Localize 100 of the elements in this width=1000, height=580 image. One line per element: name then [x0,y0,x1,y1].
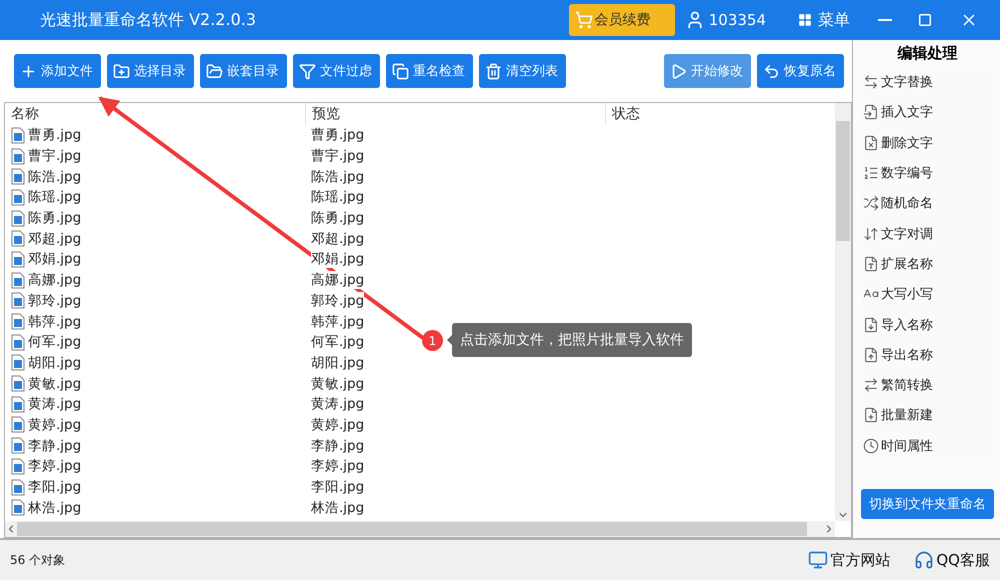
shuffle-icon [863,195,879,212]
toolbar-button[interactable]: 清空列表 [479,54,566,88]
image-file-icon [11,188,25,206]
step-badge: 1 [422,330,443,351]
image-file-icon [11,148,25,165]
column-header[interactable]: 名称 [5,103,305,125]
image-file-icon [11,230,25,248]
image-file-icon [11,354,25,372]
footer-link[interactable]: 官方网站 [808,550,890,570]
image-file-icon [11,416,25,434]
file-name-cell[interactable]: 邓超.jpg [11,230,82,248]
preview-cell: 郭玲.jpg [311,292,364,310]
image-file-icon [11,375,25,392]
monitor-icon [808,550,828,570]
file-name-cell[interactable]: 黄涛.jpg [11,395,82,414]
file-type-icon [863,256,879,272]
user-id: 103354 [708,11,766,29]
image-file-icon [11,334,25,351]
image-file-icon [11,478,25,496]
toolbar-button[interactable]: 添加文件 [14,54,101,88]
preview-cell: 陈瑶.jpg [311,188,364,206]
image-file-icon [11,210,25,227]
preview-cell: 陈勇.jpg [311,209,364,228]
image-file-icon [11,250,25,268]
toolbar-button[interactable]: 文件过虑 [293,54,380,88]
file-name-cell[interactable]: 黄敏.jpg [11,374,82,393]
file-name-cell[interactable]: 陈瑶.jpg [11,188,82,206]
folder-plus-icon [113,62,130,80]
preview-cell: 何军.jpg [311,333,364,352]
horizontal-scrollbar[interactable] [5,521,835,537]
sort-arrows-icon [863,226,879,242]
preview-cell: 李婷.jpg [311,457,364,476]
toolbar-button[interactable]: 嵌套目录 [200,54,287,88]
preview-cell: 高娜.jpg [311,271,364,290]
column-header[interactable]: 预览 [305,103,605,125]
image-file-icon [11,396,25,413]
preview-cell: 李阳.jpg [311,478,364,496]
swap-arrows-icon [863,74,879,90]
file-name-cell[interactable]: 李婷.jpg [11,457,82,476]
file-name-cell[interactable]: 陈勇.jpg [11,209,82,228]
grid-icon [798,13,812,27]
file-x-icon [863,134,879,151]
file-name-cell[interactable]: 韩萍.jpg [11,312,82,331]
preview-cell: 林浩.jpg [311,498,364,517]
image-file-icon [11,458,25,475]
preview-cell: 曹勇.jpg [311,126,364,144]
file-name-cell[interactable]: 黄婷.jpg [11,416,82,434]
preview-cell: 黄敏.jpg [311,374,364,393]
menu-button[interactable]: 菜单 [788,0,860,40]
vip-renew-button[interactable]: 会员续费 [568,4,675,36]
vertical-scrollbar[interactable] [835,103,851,521]
image-file-icon [11,292,25,310]
file-name-cell[interactable]: 何军.jpg [11,333,82,352]
toolbar-button[interactable]: 选择目录 [107,54,194,88]
image-file-icon [11,437,25,454]
file-name-cell[interactable]: 邓娟.jpg [11,250,82,268]
file-name-cell[interactable]: 曹勇.jpg [11,126,82,144]
folder-icon [206,62,223,80]
copy-icon [392,62,409,80]
file-plus-icon [863,407,879,424]
panel-title: 编辑处理 [896,44,958,63]
image-file-icon [11,313,25,330]
file-name-cell[interactable]: 李阳.jpg [11,478,82,496]
image-file-icon [11,499,25,516]
preview-cell: 胡阳.jpg [311,354,364,372]
preview-cell: 邓超.jpg [311,230,364,248]
play-icon [670,62,687,80]
clock-icon [863,438,879,454]
toolbar-button[interactable]: 重名检查 [386,54,473,88]
image-file-icon [11,272,25,289]
file-name-cell[interactable]: 高娜.jpg [11,271,82,290]
file-name-cell[interactable]: 林浩.jpg [11,498,82,517]
minimize-icon [878,19,892,21]
toolbar-button[interactable]: 恢复原名 [757,54,844,88]
object-count: 56 个对象 [10,552,66,568]
funnel-icon [299,62,316,80]
file-name-cell[interactable]: 胡阳.jpg [11,354,82,372]
file-name-cell[interactable]: 郭玲.jpg [11,292,82,310]
preview-cell: 韩萍.jpg [311,312,364,331]
file-insert-icon [863,104,879,120]
preview-cell: 李静.jpg [311,436,364,455]
preview-cell: 黄婷.jpg [311,416,364,434]
cart-icon [574,11,593,29]
hint-tooltip: 点击添加文件，把照片批量导入软件 [452,323,692,357]
file-export-icon [863,346,879,363]
file-name-cell[interactable]: 曹宇.jpg [11,147,82,166]
window-title: 光速批量重命名软件 V2.2.0.3 [40,10,258,30]
preview-cell: 曹宇.jpg [311,147,364,166]
headset-icon [914,550,934,570]
trash-icon [485,62,502,80]
file-name-cell[interactable]: 陈浩.jpg [11,168,82,186]
maximize-icon [918,13,932,27]
file-import-icon [863,316,879,333]
numbered-list-icon [863,165,879,182]
file-name-cell[interactable]: 李静.jpg [11,436,82,455]
undo-icon [763,62,780,80]
switch-folder-mode-button[interactable]: 切换到文件夹重命名 [861,488,994,519]
footer-link[interactable]: QQ客服 [914,550,990,570]
image-file-icon [11,126,25,144]
convert-arrows-icon [863,377,879,394]
